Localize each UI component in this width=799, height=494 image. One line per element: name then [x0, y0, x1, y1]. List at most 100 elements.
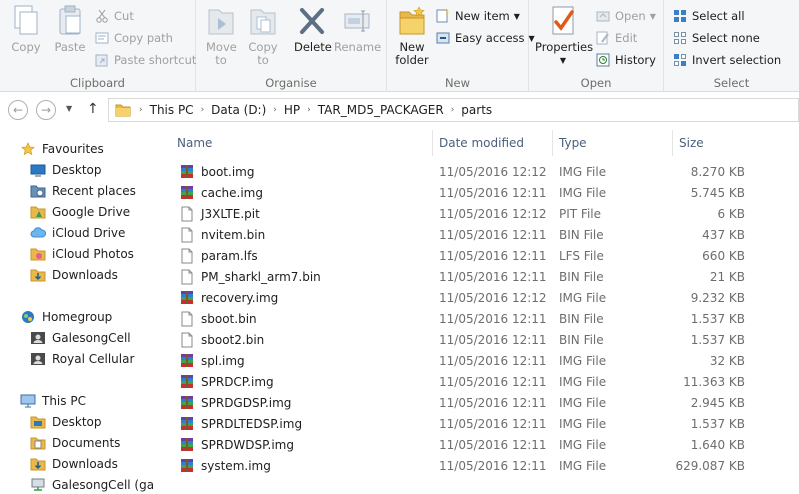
breadcrumb-hp[interactable]: HP: [281, 103, 303, 117]
breadcrumb-separator[interactable]: ›: [269, 105, 281, 115]
folder-icon: [115, 103, 131, 117]
breadcrumb-separator[interactable]: ›: [135, 105, 147, 115]
file-name: recovery.img: [201, 290, 279, 305]
file-row[interactable]: J3XLTE.pit 11/05/2016 12:12 PIT File 6 KB: [173, 203, 783, 224]
file-row[interactable]: SPRDWDSP.img 11/05/2016 12:11 IMG File 1.64…: [173, 434, 783, 455]
file-name-cell[interactable]: SPRDWDSP.img: [179, 434, 439, 455]
nav-favourites[interactable]: Favourites: [20, 139, 104, 159]
file-name-cell[interactable]: SPRDLTEDSP.img: [179, 413, 439, 434]
file-row[interactable]: recovery.img 11/05/2016 12:12 IMG File 9.23…: [173, 287, 783, 308]
network-drive-icon: [30, 477, 46, 493]
file-name-cell[interactable]: SPRDGDSP.img: [179, 392, 439, 413]
breadcrumb-tar-md5-packager[interactable]: TAR_MD5_PACKAGER: [315, 103, 447, 117]
file-name-cell[interactable]: spl.img: [179, 350, 439, 371]
column-header-date[interactable]: Date modified: [433, 130, 553, 156]
nav-this-pc[interactable]: This PC: [20, 391, 86, 411]
file-name-cell[interactable]: J3XLTE.pit: [179, 203, 439, 224]
file-list: Name Date modified Type Size boot.img 11/…: [155, 130, 799, 494]
file-name-cell[interactable]: cache.img: [179, 182, 439, 203]
file-name-cell[interactable]: sboot.bin: [179, 308, 439, 329]
file-name-cell[interactable]: system.img: [179, 455, 439, 476]
breadcrumb-separator[interactable]: ›: [303, 105, 315, 115]
file-row[interactable]: SPRDGDSP.img 11/05/2016 12:11 IMG File 2.94…: [173, 392, 783, 413]
column-header-type[interactable]: Type: [553, 130, 673, 156]
nav-item-network-drive[interactable]: GalesongCell (ga: [30, 475, 154, 494]
paste-button[interactable]: Paste: [52, 4, 88, 54]
column-header-size[interactable]: Size: [673, 130, 751, 156]
rename-button[interactable]: Rename: [334, 4, 381, 54]
recent-places-icon: [30, 183, 46, 199]
nav-item-google-drive[interactable]: Google Drive: [30, 202, 130, 222]
file-name-cell[interactable]: param.lfs: [179, 245, 439, 266]
nav-item-icloud-drive[interactable]: iCloud Drive: [30, 223, 125, 243]
nav-item-documents[interactable]: Documents: [30, 433, 120, 453]
easy-access-button[interactable]: Easy access ▼: [435, 28, 535, 48]
file-size: 629.087 KB: [675, 458, 745, 473]
file-name-cell[interactable]: SPRDCP.img: [179, 371, 439, 392]
nav-item-pc-desktop[interactable]: Desktop: [30, 412, 102, 432]
nav-item-galesongcell[interactable]: GalesongCell: [30, 328, 131, 348]
select-none-button[interactable]: Select none: [672, 28, 760, 48]
column-header-name[interactable]: Name: [171, 130, 433, 156]
history-label: History: [615, 53, 656, 67]
file-row[interactable]: spl.img 11/05/2016 12:11 IMG File 32 KB: [173, 350, 783, 371]
new-folder-button[interactable]: New folder: [393, 4, 431, 67]
copy-to-button[interactable]: Copy to: [246, 4, 280, 67]
file-date: 11/05/2016 12:11: [439, 269, 547, 284]
delete-button[interactable]: Delete: [294, 4, 332, 54]
documents-folder-icon: [30, 435, 46, 451]
breadcrumb-separator[interactable]: ›: [447, 105, 459, 115]
file-name: SPRDLTEDSP.img: [201, 416, 303, 431]
new-item-button[interactable]: New item ▼: [435, 6, 520, 26]
recent-locations-dropdown[interactable]: ▼: [66, 104, 72, 113]
file-name-cell[interactable]: PM_sharkl_arm7.bin: [179, 266, 439, 287]
file-row[interactable]: param.lfs 11/05/2016 12:11 LFS File 660 KB: [173, 245, 783, 266]
file-row[interactable]: boot.img 11/05/2016 12:12 IMG File 8.270 KB: [173, 161, 783, 182]
open-button[interactable]: Open ▼: [595, 6, 656, 26]
homegroup-icon: [20, 309, 36, 325]
up-button[interactable]: ↑: [87, 101, 99, 117]
copy-button[interactable]: Copy: [8, 4, 44, 54]
forward-button[interactable]: →: [36, 100, 56, 120]
file-row[interactable]: SPRDLTEDSP.img 11/05/2016 12:11 IMG File 1.…: [173, 413, 783, 434]
file-row[interactable]: nvitem.bin 11/05/2016 12:11 BIN File 437 KB: [173, 224, 783, 245]
breadcrumb-separator[interactable]: ›: [197, 105, 209, 115]
history-button[interactable]: History: [595, 50, 656, 70]
select-all-button[interactable]: Select all: [672, 6, 745, 26]
file-row[interactable]: system.img 11/05/2016 12:11 IMG File 629.08…: [173, 455, 783, 476]
file-name-cell[interactable]: nvitem.bin: [179, 224, 439, 245]
file-row[interactable]: sboot.bin 11/05/2016 12:11 BIN File 1.537 K…: [173, 308, 783, 329]
nav-item-recent-places[interactable]: Recent places: [30, 181, 136, 201]
file-row[interactable]: SPRDCP.img 11/05/2016 12:11 IMG File 11.363…: [173, 371, 783, 392]
nav-item-icloud-photos[interactable]: iCloud Photos: [30, 244, 134, 264]
nav-item-royal-cellular[interactable]: Royal Cellular: [30, 349, 134, 369]
nav-item-downloads[interactable]: Downloads: [30, 265, 118, 285]
file-row[interactable]: sboot2.bin 11/05/2016 12:11 BIN File 1.537 …: [173, 329, 783, 350]
address-bar[interactable]: › This PC › Data (D:) › HP › TAR_MD5_PAC…: [108, 98, 799, 122]
breadcrumb-this-pc[interactable]: This PC: [147, 103, 197, 117]
document-icon: [179, 227, 195, 243]
nav-homegroup[interactable]: Homegroup: [20, 307, 112, 327]
back-button[interactable]: ←: [8, 100, 28, 120]
file-name-cell[interactable]: boot.img: [179, 161, 439, 182]
nav-item-desktop[interactable]: Desktop: [30, 160, 102, 180]
breadcrumb-data-drive[interactable]: Data (D:): [208, 103, 269, 117]
file-date: 11/05/2016 12:12: [439, 164, 547, 179]
file-name-cell[interactable]: sboot2.bin: [179, 329, 439, 350]
file-row[interactable]: PM_sharkl_arm7.bin 11/05/2016 12:11 BIN Fi…: [173, 266, 783, 287]
file-date: 11/05/2016 12:11: [439, 416, 547, 431]
file-row[interactable]: cache.img 11/05/2016 12:11 IMG File 5.745 K…: [173, 182, 783, 203]
edit-button[interactable]: Edit: [595, 28, 637, 48]
properties-button[interactable]: Properties ▼: [535, 4, 593, 67]
cut-button[interactable]: Cut: [94, 6, 134, 26]
file-size: 2.945 KB: [690, 395, 745, 410]
nav-item-pc-downloads[interactable]: Downloads: [30, 454, 118, 474]
nav-item-label: Downloads: [52, 457, 118, 471]
move-to-button[interactable]: Move to: [204, 4, 238, 67]
copy-path-button[interactable]: Copy path: [94, 28, 173, 48]
invert-selection-button[interactable]: Invert selection: [672, 50, 781, 70]
breadcrumb-parts[interactable]: parts: [458, 103, 495, 117]
paste-shortcut-button[interactable]: Paste shortcut: [94, 50, 196, 70]
file-name-cell[interactable]: recovery.img: [179, 287, 439, 308]
computer-icon: [20, 393, 36, 409]
